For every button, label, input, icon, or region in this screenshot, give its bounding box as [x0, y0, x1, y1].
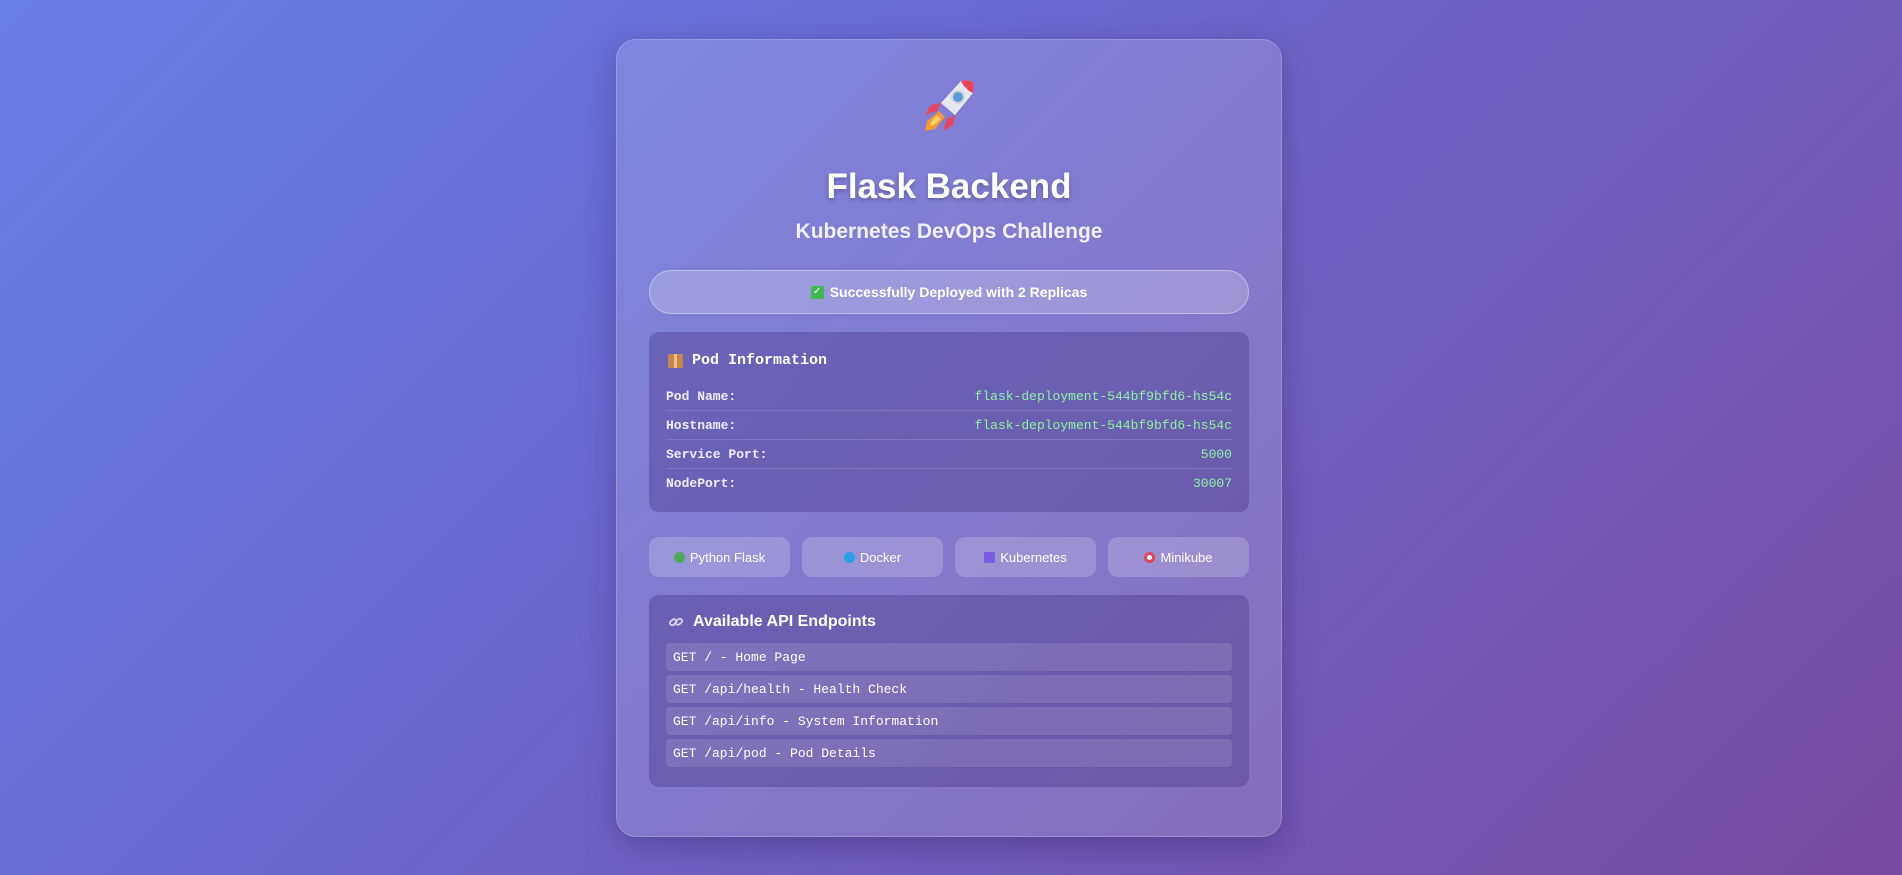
info-value: 30007: [1192, 476, 1232, 491]
tech-badge-docker: Docker: [802, 537, 943, 577]
info-row-pod-name: Pod Name: flask-deployment-544bf9bfd6-hs…: [666, 382, 1232, 411]
api-heading: Available API Endpoints: [666, 613, 1232, 631]
tech-badge-minikube: Minikube: [1108, 537, 1249, 577]
info-value: 5000: [1200, 446, 1232, 462]
tech-badge-kubernetes: Kubernetes: [955, 537, 1096, 577]
pod-info-heading-text: Pod Information: [692, 352, 828, 369]
check-icon: ✓: [810, 285, 824, 299]
status-banner: ✓ Successfully Deployed with 2 Replicas: [649, 270, 1249, 314]
info-label: Service Port:: [666, 446, 768, 462]
endpoint-item[interactable]: GET /api/pod - Pod Details: [666, 739, 1232, 767]
info-row-service-port: Service Port: 5000: [666, 440, 1232, 469]
page-title: Flask Backend: [826, 167, 1072, 206]
tech-stack: Python Flask Docker Kubernetes Minikube: [649, 537, 1249, 577]
tech-label: Minikube: [1160, 549, 1213, 565]
info-label: Pod Name:: [666, 388, 737, 404]
api-heading-text: Available API Endpoints: [693, 613, 876, 630]
rocket-icon: [925, 80, 974, 131]
info-label: Hostname:: [666, 417, 737, 433]
tech-badge-python-flask: Python Flask: [649, 537, 790, 577]
docker-icon: [843, 551, 855, 563]
tech-label: Kubernetes: [1000, 549, 1067, 565]
python-icon: [673, 551, 685, 563]
pod-info-panel: Pod Information Pod Name: flask-deployme…: [649, 332, 1249, 512]
kubernetes-icon: [984, 551, 996, 563]
link-icon: [669, 617, 683, 627]
info-value: flask-deployment-544bf9bfd6-hs54c: [974, 417, 1232, 433]
page-subtitle: Kubernetes DevOps Challenge: [795, 220, 1103, 243]
pod-info-heading: Pod Information: [666, 352, 1232, 369]
minikube-icon: [1144, 551, 1156, 563]
package-icon: [668, 353, 683, 368]
status-text: Successfully Deployed with 2 Replicas: [829, 284, 1088, 300]
tech-label: Python Flask: [689, 549, 766, 565]
info-row-nodeport: NodePort: 30007: [666, 469, 1232, 498]
endpoint-item[interactable]: GET /api/health - Health Check: [666, 675, 1232, 703]
info-value: flask-deployment-544bf9bfd6-hs54c: [974, 388, 1232, 404]
tech-label: Docker: [859, 549, 902, 565]
endpoint-item[interactable]: GET /api/info - System Information: [666, 707, 1232, 735]
api-endpoints-panel: Available API Endpoints GET / - Home Pag…: [649, 595, 1249, 787]
main-card: Flask Backend Kubernetes DevOps Challeng…: [616, 39, 1282, 837]
info-row-hostname: Hostname: flask-deployment-544bf9bfd6-hs…: [666, 411, 1232, 440]
endpoint-item[interactable]: GET / - Home Page: [666, 643, 1232, 671]
info-label: NodePort:: [666, 476, 737, 491]
